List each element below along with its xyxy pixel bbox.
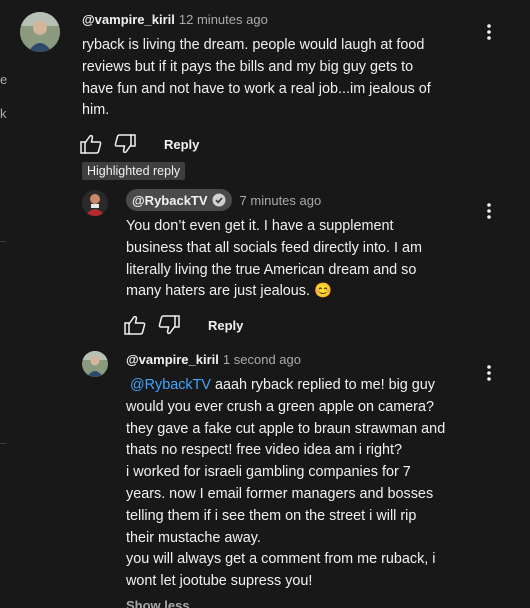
avatar[interactable] [20,12,60,52]
more-vert-icon[interactable] [479,199,499,223]
avatar[interactable] [82,351,108,377]
reply-line: business that all socials feed directly … [126,239,422,256]
more-vert-icon[interactable] [479,20,499,44]
comment-line: ryback is living the dream. people would… [82,37,425,53]
reply-line-text: aaah ryback replied to me! big guy [210,377,435,393]
reply-line: @RybackTV aaah ryback replied to me! big… [126,375,445,397]
divider [0,443,6,444]
reply-line: they gave a fake cut apple to braun stra… [126,420,446,437]
reply-line: would you ever crush a green apple on ca… [126,398,434,415]
comment-author[interactable]: @vampire_kiril [82,12,175,27]
comment-line: have fun and not have to work a real job… [82,80,431,97]
reply-time[interactable]: 7 minutes ago [240,193,322,208]
channel-owner-chip[interactable]: @RybackTV [126,189,232,211]
reply-line: you will always get a comment from me ru… [126,551,436,568]
reply-author: @RybackTV [132,192,208,208]
reply-line: their mustache away. [126,529,261,546]
mention-link[interactable]: @RybackTV [130,377,211,393]
edge-fragment: e [0,72,8,87]
reply-line: thats no respect! free video idea am i r… [126,442,402,459]
highlighted-reply-badge: Highlighted reply [82,162,186,180]
reply-line: years. now I email former managers and b… [126,485,434,502]
thumbs-down-icon[interactable] [156,313,182,337]
reply-line: You don’t even get it. I have a suppleme… [126,218,394,234]
avatar[interactable] [82,190,108,216]
more-vert-icon[interactable] [479,361,499,385]
reply-text: @RybackTV aaah ryback replied to me! big… [126,375,445,593]
comment-line: him. [82,102,110,119]
reply-header: @vampire_kiril 1 second ago [126,352,301,367]
reply-line: wont let jootube supress you! [126,573,313,590]
reply-button[interactable]: Reply [208,318,243,333]
comment-header: @vampire_kiril 12 minutes ago [82,12,268,27]
comments-panel: e k @vampire_kiril 12 minutes ago ryback… [0,0,530,608]
verified-check-icon [212,193,226,207]
thumbs-up-icon[interactable] [122,313,148,337]
reply-line: i worked for israeli gambling companies … [126,464,411,481]
divider [0,241,6,242]
reply-button[interactable]: Reply [164,137,199,152]
thumbs-up-icon[interactable] [78,132,104,156]
reply-actions: Reply [122,313,243,337]
reply-author[interactable]: @vampire_kiril [126,352,219,367]
reply-line: telling them if i see them on the street… [126,507,417,524]
thumbs-down-icon[interactable] [112,132,138,156]
reply-text: You don’t even get it. I have a suppleme… [126,216,422,303]
comment-actions: Reply [78,132,199,156]
comment-time[interactable]: 12 minutes ago [179,12,268,27]
edge-fragment: k [0,106,7,121]
reply-header: @RybackTV 7 minutes ago [126,189,321,211]
comment-text: ryback is living the dream. people would… [82,35,431,122]
show-less-button[interactable]: Show less [126,598,190,608]
reply-line: many haters are just jealous. 😊 [126,283,332,300]
reply-line: literally living the true American dream… [126,261,417,278]
comment-line: reviews but if it pays the bills and my … [82,58,414,75]
reply-time[interactable]: 1 second ago [223,352,301,367]
